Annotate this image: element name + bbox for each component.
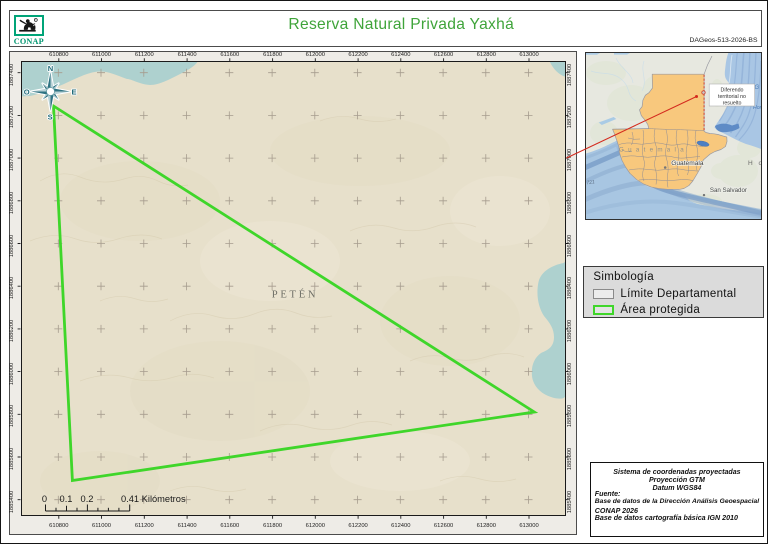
svg-text:S: S (48, 112, 53, 121)
svg-text:H o: H o (748, 160, 761, 167)
svg-text:721: 721 (586, 179, 595, 186)
svg-text:PETÉN: PETÉN (272, 288, 318, 300)
svg-text:Guatemala: Guatemala (619, 146, 688, 153)
svg-text:N: N (48, 64, 53, 73)
svg-text:resuelto: resuelto (722, 100, 741, 106)
svg-text:Guatemala: Guatemala (671, 160, 704, 167)
svg-text:E: E (72, 87, 77, 96)
svg-text:G: G (754, 85, 759, 91)
svg-text:0: 0 (42, 494, 47, 504)
svg-text:O: O (24, 87, 30, 96)
svg-text:0.2: 0.2 (81, 494, 94, 504)
svg-text:0.41 Kilómetros: 0.41 Kilómetros (121, 494, 186, 504)
svg-text:territorial no: territorial no (718, 93, 746, 99)
svg-text:Diferendo: Diferendo (720, 87, 743, 93)
svg-text:0.1: 0.1 (60, 494, 73, 504)
svg-text:San Salvador: San Salvador (709, 187, 746, 194)
